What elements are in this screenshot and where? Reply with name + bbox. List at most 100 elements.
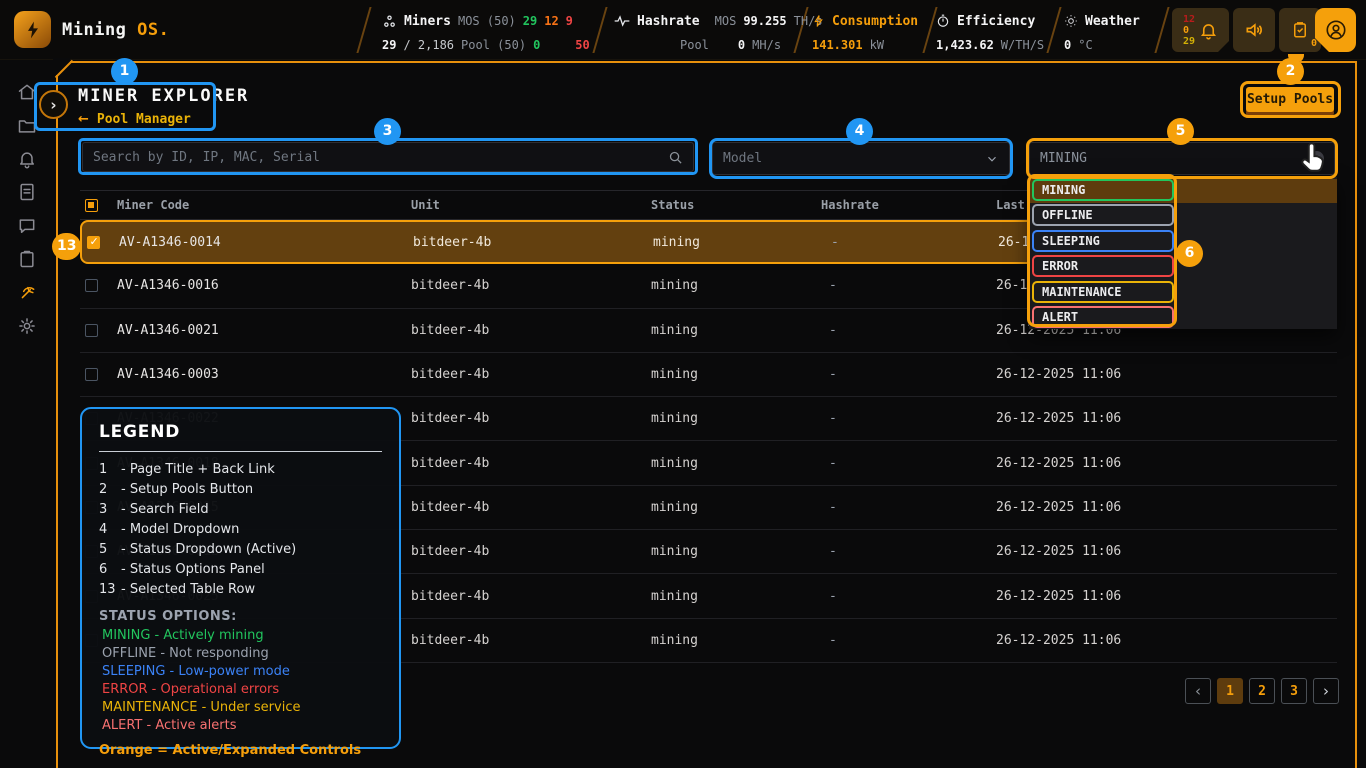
sidebar-item-home[interactable] <box>16 81 38 103</box>
page-button-3[interactable]: 3 <box>1281 678 1307 704</box>
status-option-maintenance[interactable]: MAINTENANCE <box>1032 281 1174 303</box>
document-icon <box>17 182 37 202</box>
sidebar-collapse-button[interactable]: › <box>39 90 68 119</box>
consumption-value: 141.301 <box>812 38 863 52</box>
miner-unit: bitdeer-4b <box>411 456 651 471</box>
announcements-button[interactable] <box>1233 8 1275 52</box>
miner-checkbox[interactable] <box>85 279 98 292</box>
legend-item: 6- Status Options Panel <box>99 562 382 582</box>
col-unit: Unit <box>411 198 651 212</box>
miner-code: AV-A1346-0016 <box>117 278 411 293</box>
tasks-button[interactable]: 0 <box>1279 8 1321 52</box>
miner-hashrate: - <box>821 411 996 426</box>
sidebar-item-clipboard[interactable] <box>16 248 38 270</box>
sidebar-item-settings[interactable] <box>16 315 38 337</box>
miner-unit: bitdeer-4b <box>411 367 651 382</box>
annotation-badge-1: 1 <box>111 58 138 85</box>
col-miner-code: Miner Code <box>117 198 411 212</box>
status-option-offline[interactable]: OFFLINE <box>1032 204 1174 226</box>
page-button-1[interactable]: 1 <box>1217 678 1243 704</box>
stat-consumption: Consumption 141.301 kW <box>812 0 918 54</box>
status-option-sleeping[interactable]: SLEEPING <box>1032 230 1174 252</box>
clear-filter-icon[interactable]: × <box>1309 151 1324 166</box>
sidebar-item-folder[interactable] <box>16 115 38 137</box>
miner-last-seen: 26-12-2025 11:06 <box>996 456 1337 471</box>
stat-efficiency: Efficiency 1,423.62 W/TH/S <box>936 0 1044 54</box>
search-input[interactable]: Search by ID, IP, MAC, Serial <box>82 142 694 172</box>
back-link-pool-manager[interactable]: ← Pool Manager <box>78 112 191 127</box>
header-divider <box>1046 7 1061 53</box>
model-dropdown[interactable]: Model <box>712 142 1010 175</box>
account-icon <box>1325 19 1347 41</box>
miner-code: AV-A1346-0021 <box>117 323 411 338</box>
miner-status: mining <box>651 323 821 338</box>
top-bar: Mining OS. Miners MOS (50) 29 12 9 29 / … <box>0 0 1366 60</box>
miner-checkbox[interactable] <box>87 236 100 249</box>
miner-unit: bitdeer-4b <box>411 500 651 515</box>
chevron-down-icon <box>985 152 999 166</box>
miner-hashrate: - <box>821 456 996 471</box>
miner-hashrate: - <box>821 278 996 293</box>
logo-bolt-icon <box>14 11 51 48</box>
bolt-icon <box>812 14 825 28</box>
mining-os-app: Mining OS. Miners MOS (50) 29 12 9 29 / … <box>0 0 1366 768</box>
sidebar-item-bell[interactable] <box>16 148 38 170</box>
sidebar-item-chat[interactable] <box>16 215 38 237</box>
miners-mos-err: 9 <box>566 14 573 28</box>
folder-icon <box>17 116 37 136</box>
sidebar-item-pickaxe[interactable] <box>16 282 38 304</box>
miner-code: AV-A1346-0003 <box>117 367 411 382</box>
legend-panel: LEGEND 1- Page Title + Back Link2- Setup… <box>80 407 401 749</box>
status-option-alert[interactable]: ALERT <box>1032 306 1174 328</box>
sidebar-nav <box>0 60 52 768</box>
legend-item: 2- Setup Pools Button <box>99 482 382 502</box>
prev-page-button[interactable]: ‹ <box>1185 678 1211 704</box>
miner-hashrate: - <box>821 589 996 604</box>
stat-hashrate: Hashrate MOS 99.255 TH/s Pool 0 MH/s <box>614 0 823 54</box>
weather-value: 0 <box>1064 38 1071 52</box>
miner-hashrate: - <box>821 323 996 338</box>
stat-miners: Miners MOS (50) 29 12 9 29 / 2,186 Pool … <box>382 0 590 54</box>
status-option-error[interactable]: ERROR <box>1032 255 1174 277</box>
miner-status: mining <box>651 500 821 515</box>
miner-last-seen: 26-12-2025 11:06 <box>996 411 1337 426</box>
speaker-icon <box>1244 20 1264 40</box>
table-row[interactable]: AV-A1346-0003bitdeer-4bmining-26-12-2025… <box>80 353 1337 397</box>
account-button[interactable] <box>1315 8 1356 52</box>
legend-divider <box>99 451 382 452</box>
miner-unit: bitdeer-4b <box>411 544 651 559</box>
legend-status-error: ERROR - Operational errors <box>99 682 382 700</box>
app-logo[interactable]: Mining OS. <box>14 11 169 48</box>
pickaxe-icon <box>17 283 37 303</box>
setup-pools-button[interactable]: Setup Pools <box>1246 87 1334 112</box>
next-page-button[interactable]: › <box>1313 678 1339 704</box>
legend-item: 3- Search Field <box>99 502 382 522</box>
miner-status: mining <box>653 235 823 250</box>
header-divider <box>1154 7 1169 53</box>
miner-unit: bitdeer-4b <box>411 589 651 604</box>
page-title: MINER EXPLORER <box>78 86 249 106</box>
annotation-badge-3: 3 <box>374 118 401 145</box>
clipboard-icon <box>1291 21 1309 39</box>
miners-mos-warn: 12 <box>544 14 558 28</box>
select-all-checkbox[interactable] <box>85 199 98 212</box>
miner-last-seen: 26-12-2025 11:06 <box>996 367 1337 382</box>
status-dropdown[interactable]: MINING × <box>1029 142 1335 175</box>
settings-icon <box>17 316 37 336</box>
miner-checkbox[interactable] <box>85 324 98 337</box>
miners-pool-ok: 0 <box>533 38 540 52</box>
notifications-button[interactable]: 12 0 29 <box>1172 8 1229 52</box>
hashrate-pool-value: 0 <box>738 38 745 52</box>
page-button-2[interactable]: 2 <box>1249 678 1275 704</box>
miner-checkbox[interactable] <box>85 368 98 381</box>
tasks-badge: 0 <box>1311 38 1317 49</box>
status-option-mining[interactable]: MINING <box>1032 179 1174 201</box>
miner-status: mining <box>651 367 821 382</box>
miner-hashrate: - <box>821 544 996 559</box>
header-divider <box>356 7 371 53</box>
col-hashrate: Hashrate <box>821 198 996 212</box>
clock-icon <box>936 14 950 28</box>
col-status: Status <box>651 198 821 212</box>
sidebar-item-document[interactable] <box>16 181 38 203</box>
miner-last-seen: 26-12-2025 11:06 <box>996 544 1337 559</box>
